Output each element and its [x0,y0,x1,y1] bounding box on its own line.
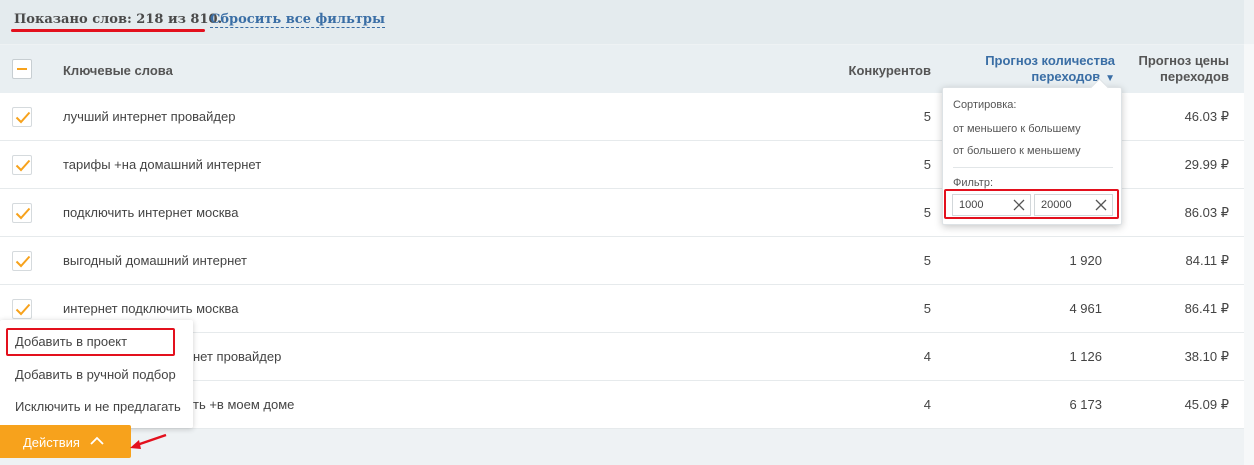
filter-min-input[interactable]: 1000 [952,194,1031,216]
add-to-project-item[interactable]: Добавить в проект [15,334,127,349]
table-row[interactable]: выгодный домашний интернет 5 1 920 84.11 ₽ [0,237,1244,285]
competitors-cell: 5 [923,301,931,316]
row-checkbox[interactable] [12,107,32,127]
red-arrow-icon [130,433,167,449]
row-checkbox[interactable] [12,155,32,175]
shown-words-count: Показано слов: 218 из 810. [14,12,223,27]
table-header: Ключевые слова Конкурентов Прогноз колич… [0,45,1244,93]
keywords-column-header[interactable]: Ключевые слова [63,63,173,78]
row-checkbox[interactable] [12,299,32,319]
price-cell: 46.03 ₽ [1184,109,1229,124]
keyword-cell: тарифы +на домашний интернет [63,157,262,172]
actions-menu: Добавить в проект Добавить в ручной подб… [0,320,193,428]
competitors-cell: 4 [923,349,931,364]
divider [953,167,1113,168]
clear-min-icon[interactable] [1012,198,1026,215]
price-cell: 45.09 ₽ [1184,397,1229,412]
competitors-cell: 5 [923,109,931,124]
keyword-cell: подключить интернет москва [63,205,239,220]
sort-filter-popover: Сортировка: от меньшего к большему от бо… [942,87,1122,225]
traffic-header-line1: Прогноз количества [985,53,1115,68]
checkmark-icon [15,303,31,316]
summary-bar: Показано слов: 218 из 810. Сбросить все … [0,0,1244,44]
actions-button-label: Действия [23,435,80,450]
price-cell: 86.03 ₽ [1184,205,1229,220]
price-header-line1: Прогноз цены [1138,53,1229,68]
traffic-cell: 1 126 [1069,349,1102,364]
keyword-cell: интернет подключить москва [63,301,239,316]
sort-label: Сортировка: [953,99,1017,111]
actions-button[interactable]: Действия [0,425,131,458]
price-cell: 84.11 ₽ [1185,253,1229,268]
chevron-up-icon [90,436,104,445]
row-checkbox[interactable] [12,251,32,271]
competitors-column-header[interactable]: Конкурентов [849,63,931,78]
filter-max-value: 20000 [1041,199,1072,211]
checkmark-icon [15,111,31,124]
highlight-underline [11,29,205,32]
traffic-cell: 1 920 [1069,253,1102,268]
competitors-cell: 4 [923,397,931,412]
traffic-column-header[interactable]: Прогноз количества переходов ▼ [950,53,1115,87]
price-column-header[interactable]: Прогноз цены переходов [1120,53,1229,85]
add-to-manual-selection-item[interactable]: Добавить в ручной подбор [15,367,176,382]
exclude-item[interactable]: Исключить и не предлагать [15,399,181,414]
traffic-cell: 4 961 [1069,301,1102,316]
scrollbar[interactable] [1244,44,1254,465]
row-checkbox[interactable] [12,203,32,223]
price-cell: 86.41 ₽ [1184,301,1229,316]
clear-max-icon[interactable] [1094,198,1108,215]
traffic-cell: 6 173 [1069,397,1102,412]
filter-max-input[interactable]: 20000 [1034,194,1113,216]
competitors-cell: 5 [923,157,931,172]
filter-min-value: 1000 [959,199,984,211]
checkmark-icon [15,159,31,172]
keyword-cell: ть +в моем доме [193,397,295,412]
reset-filters-link[interactable]: Сбросить все фильтры [210,12,386,28]
price-header-line2: переходов [1160,69,1229,84]
keyword-cell: выгодный домашний интернет [63,253,247,268]
sort-ascending-option[interactable]: от меньшего к большему [953,123,1081,135]
sort-descending-option[interactable]: от большего к меньшему [953,145,1081,157]
keyword-cell: лучший интернет провайдер [63,109,236,124]
competitors-cell: 5 [923,253,931,268]
filter-label: Фильтр: [953,177,994,189]
keyword-cell: нет провайдер [193,349,282,364]
checkmark-icon [15,255,31,268]
traffic-header-line2: переходов [1031,69,1101,84]
checkmark-icon [15,207,31,220]
competitors-cell: 5 [923,205,931,220]
select-all-checkbox[interactable] [12,59,32,79]
price-cell: 38.10 ₽ [1184,349,1229,364]
price-cell: 29.99 ₽ [1184,157,1229,172]
